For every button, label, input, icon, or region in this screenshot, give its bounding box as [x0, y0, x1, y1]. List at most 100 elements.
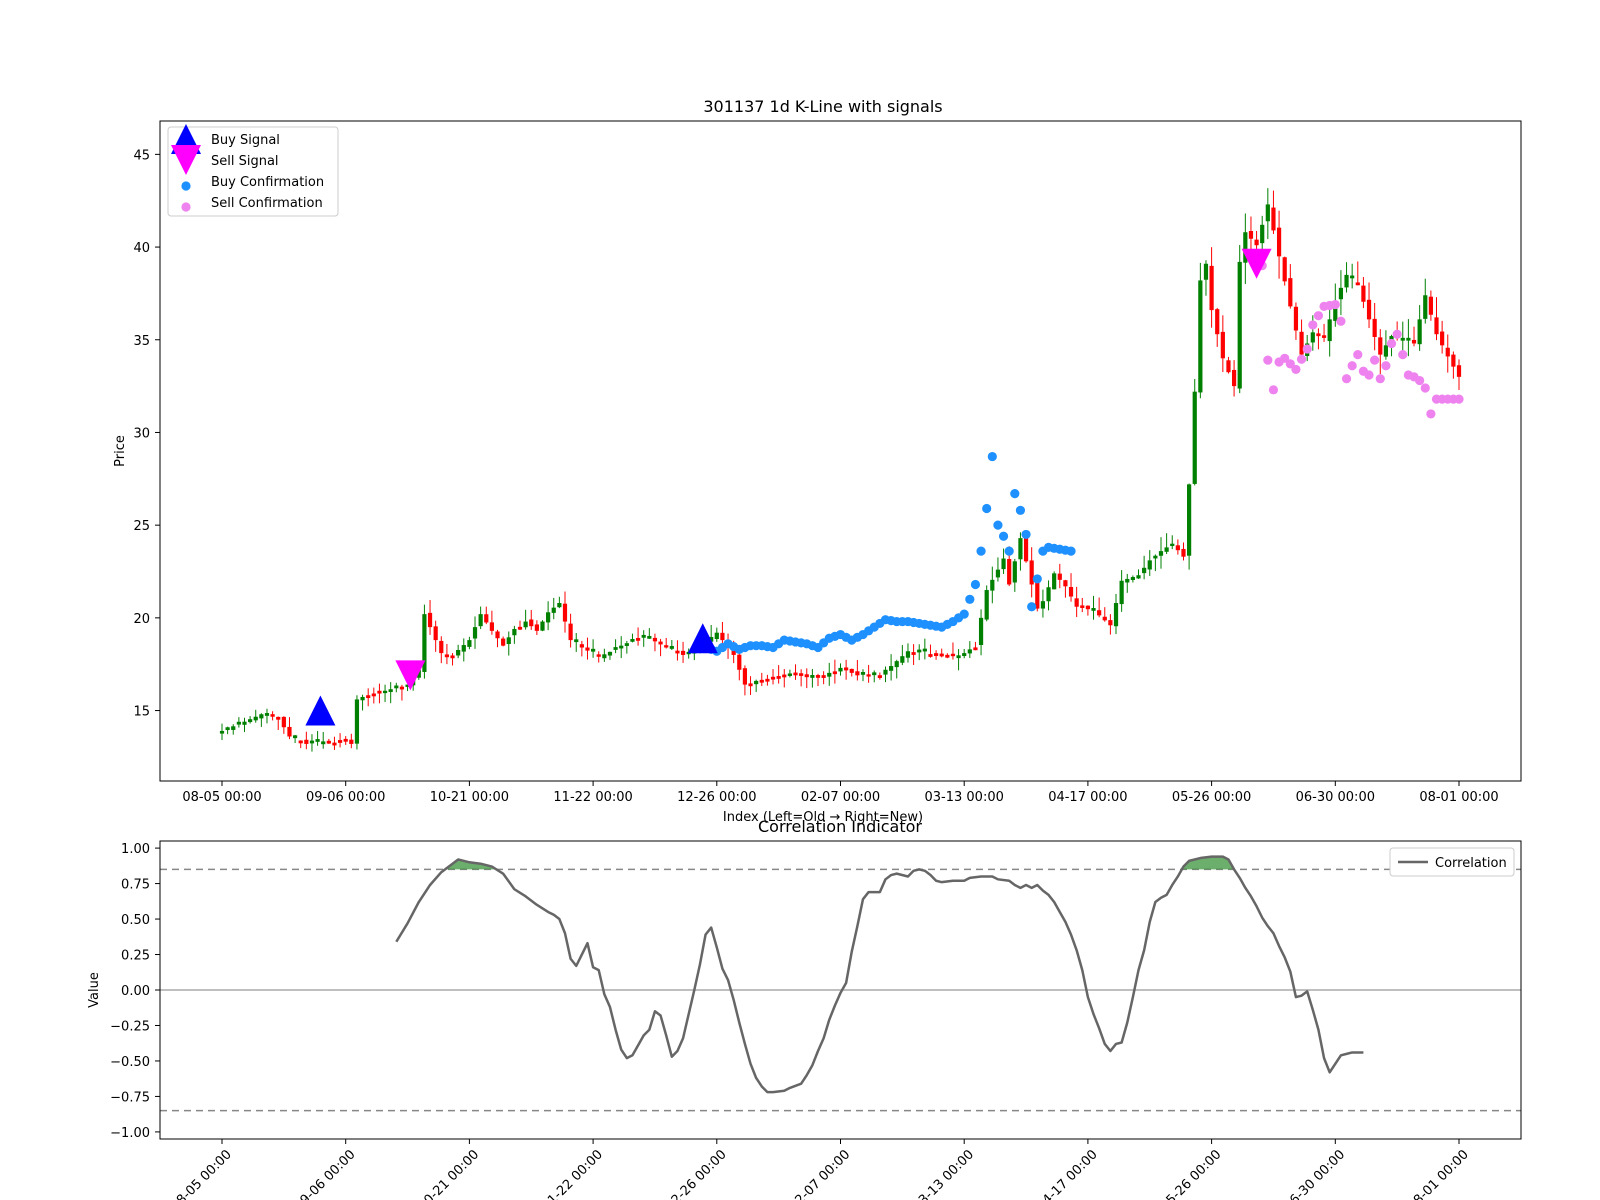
candle-body — [1175, 545, 1180, 551]
candle-body — [562, 603, 568, 622]
candle-body — [900, 656, 905, 663]
corr-ytick-label: 1.00 — [121, 842, 150, 857]
candle-body — [776, 676, 781, 679]
candle-body — [439, 640, 444, 654]
candle-body — [647, 635, 652, 639]
candle-body — [551, 607, 556, 613]
candle-body — [827, 672, 832, 677]
confirmation-point — [965, 594, 975, 604]
candle-body — [1074, 598, 1079, 607]
candle-body — [585, 647, 590, 651]
candle-body — [1001, 558, 1006, 570]
candle-body — [1147, 560, 1152, 570]
candle-body — [253, 716, 258, 721]
candle-body — [489, 622, 494, 631]
candle-body — [1007, 559, 1012, 585]
candle-body — [478, 614, 483, 627]
candle-body — [815, 675, 821, 678]
confirmation-point — [1420, 383, 1430, 393]
candle-body — [427, 612, 433, 628]
candle-body — [242, 721, 247, 725]
figure: 301137 1d K-Line with signals 15 20 25 30 35… — [0, 0, 1600, 1200]
kline-ytick-label: 30 — [133, 426, 150, 441]
candle-body — [579, 644, 584, 648]
candle-body — [1136, 575, 1141, 579]
candle-body — [658, 641, 663, 645]
kline-ytick-label: 15 — [133, 705, 150, 720]
confirmation-point — [959, 609, 969, 619]
candle-body — [495, 631, 500, 639]
corr-ytick-label: −0.50 — [110, 1055, 150, 1070]
kline-ytick-label: 35 — [133, 334, 150, 349]
candle-body — [635, 637, 641, 641]
legend-marker — [181, 181, 191, 191]
candle-body — [1282, 257, 1287, 282]
legend-label: Buy Confirmation — [211, 175, 324, 190]
candle-body — [793, 672, 798, 676]
confirmation-point — [1032, 574, 1042, 584]
kline-ytick-label: 25 — [133, 519, 150, 534]
candle-body — [1102, 616, 1107, 621]
confirmation-point — [987, 451, 997, 462]
candle-body — [838, 667, 843, 672]
corr-ytick-label: −0.75 — [110, 1090, 150, 1105]
confirmation-point — [1370, 355, 1380, 365]
candle-body — [1406, 337, 1411, 341]
candle-body — [1052, 573, 1057, 590]
candle-body — [304, 739, 309, 744]
candle-body — [1293, 306, 1299, 331]
confirmation-point — [1398, 349, 1408, 360]
candle-body — [759, 679, 764, 683]
confirmation-point — [1268, 385, 1279, 395]
candle-body — [1299, 331, 1304, 355]
candle-body — [962, 653, 967, 657]
candle-body — [602, 654, 607, 659]
candle-body — [1265, 204, 1270, 222]
candle-body — [675, 650, 680, 654]
candle-body — [905, 651, 911, 658]
candle-body — [1434, 317, 1439, 335]
candle-body — [984, 590, 989, 620]
candle-body — [467, 640, 472, 647]
candle-body — [821, 675, 826, 678]
correlation-ylabel: Value — [87, 972, 102, 1008]
candle-body — [1119, 580, 1124, 605]
kline-xtick-label: 05-26 00:00 — [1172, 790, 1251, 805]
candle-body — [1276, 227, 1282, 257]
candle-body — [382, 690, 388, 694]
kline-xtick-label: 10-21 00:00 — [430, 790, 509, 805]
kline-ylabel: Price — [113, 435, 128, 467]
correlation-title: Correlation Indicator — [758, 817, 922, 836]
candle-body — [574, 639, 579, 643]
candle-body — [782, 674, 787, 678]
candle-body — [343, 738, 348, 742]
candle-body — [450, 655, 455, 659]
candle-body — [1248, 231, 1254, 239]
candle-body — [366, 695, 371, 699]
candle-body — [1170, 543, 1175, 546]
candle-body — [624, 643, 629, 646]
confirmation-point — [1375, 374, 1385, 384]
confirmation-point — [1336, 316, 1346, 326]
candle-body — [1158, 551, 1164, 556]
candle-body — [1142, 567, 1147, 574]
confirmation-point — [1010, 489, 1020, 499]
candle-body — [933, 653, 939, 656]
candle-body — [1400, 337, 1405, 341]
kline-xtick-label: 11-22 00:00 — [553, 790, 632, 805]
candle-body — [1130, 577, 1135, 580]
candle-body — [1288, 278, 1293, 307]
candle-body — [1085, 605, 1090, 610]
confirmation-point — [1302, 344, 1312, 354]
candle-body — [1423, 295, 1428, 319]
candle-body — [664, 645, 669, 648]
candle-body — [546, 612, 551, 623]
candle-body — [911, 652, 916, 655]
confirmation-point — [1296, 354, 1307, 364]
candle-body — [1113, 603, 1119, 627]
legend-marker — [181, 202, 191, 212]
candle-body — [922, 648, 927, 652]
candle-body — [990, 579, 995, 591]
candle-body — [259, 714, 264, 719]
candle-body — [894, 661, 899, 668]
